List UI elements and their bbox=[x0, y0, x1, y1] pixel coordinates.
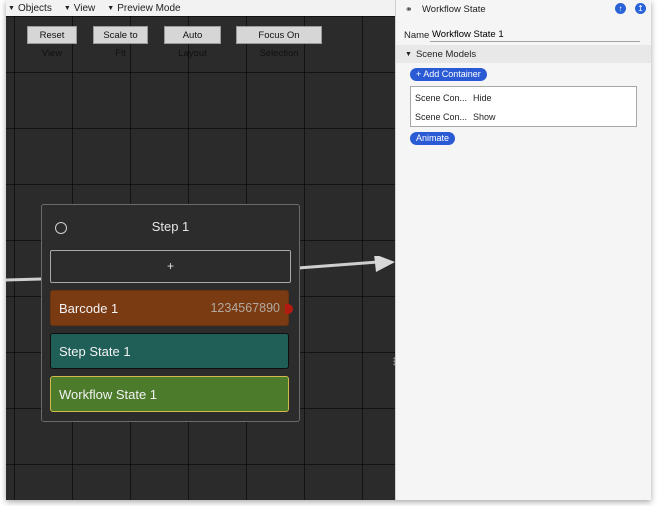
menu-objects-label: Objects bbox=[17, 2, 52, 14]
menu-preview-mode-label: Preview Mode bbox=[117, 2, 181, 14]
state-barcode[interactable]: Barcode 1 1234567890 bbox=[50, 290, 293, 326]
scene-container-name: Scene Con... bbox=[415, 112, 468, 122]
reset-view-button[interactable]: Reset View bbox=[27, 26, 77, 59]
menu-bar: ▼ Objects ▼ View ▼ Preview Mode bbox=[6, 0, 397, 16]
app-window: ▼ Objects ▼ View ▼ Preview Mode Reset Vi… bbox=[6, 0, 651, 500]
step-node[interactable]: Step 1 + Barcode 1 1234567890 Step State… bbox=[41, 204, 300, 422]
state-barcode-label: Barcode 1 bbox=[59, 300, 119, 316]
list-item[interactable]: Scene Con... Hide bbox=[415, 93, 492, 103]
scene-model-list: Scene Con... Hide Scene Con... Show bbox=[410, 86, 637, 127]
scene-container-action[interactable]: Show bbox=[473, 112, 496, 122]
menu-preview-mode[interactable]: ▼ Preview Mode bbox=[107, 3, 180, 14]
triangle-down-icon: ▼ bbox=[107, 4, 115, 12]
panel-header: ⚭ Workflow State ↑ ↥ bbox=[396, 0, 651, 18]
move-top-icon[interactable]: ↥ bbox=[635, 3, 646, 14]
state-step-label: Step State 1 bbox=[59, 343, 131, 359]
animate-button[interactable]: Animate bbox=[410, 132, 456, 145]
menu-objects[interactable]: ▼ Objects bbox=[8, 3, 52, 14]
list-item[interactable]: Scene Con... Show bbox=[415, 112, 496, 122]
triangle-down-icon: ▼ bbox=[8, 4, 15, 12]
add-container-button[interactable]: + Add Container bbox=[410, 68, 487, 81]
state-workflow[interactable]: Workflow State 1 bbox=[50, 376, 289, 412]
triangle-down-icon: ▼ bbox=[63, 4, 71, 12]
scale-to-fit-button[interactable]: Scale to Fit bbox=[93, 26, 148, 59]
panel-title: Workflow State bbox=[422, 4, 486, 15]
step-title: Step 1 bbox=[151, 219, 190, 234]
graph-canvas[interactable]: Reset View Scale to Fit Auto Layout Focu… bbox=[6, 16, 395, 500]
name-row: Name bbox=[404, 28, 640, 42]
scene-container-action[interactable]: Hide bbox=[473, 93, 492, 103]
state-step[interactable]: Step State 1 bbox=[50, 333, 289, 369]
link-icon: ⚭ bbox=[405, 4, 413, 14]
auto-layout-button[interactable]: Auto Layout bbox=[164, 26, 221, 59]
properties-panel: ⚭ Workflow State ↑ ↥ Name ▼ Scene Models… bbox=[395, 0, 651, 500]
move-up-icon[interactable]: ↑ bbox=[615, 3, 626, 14]
menu-view-label: View bbox=[73, 2, 96, 14]
scene-container-name: Scene Con... bbox=[415, 93, 468, 103]
focus-on-selection-button[interactable]: Focus On Selection bbox=[236, 26, 322, 59]
menu-view[interactable]: ▼ View bbox=[64, 3, 95, 14]
scene-models-title: Scene Models bbox=[415, 48, 477, 60]
scene-models-header[interactable]: ▼ Scene Models bbox=[396, 45, 651, 63]
name-field[interactable] bbox=[430, 28, 640, 42]
name-label: Name bbox=[404, 29, 430, 41]
state-workflow-label: Workflow State 1 bbox=[59, 386, 158, 402]
output-handle[interactable] bbox=[285, 304, 293, 314]
state-barcode-value: 1234567890 bbox=[210, 301, 280, 315]
add-state-button[interactable]: + bbox=[50, 250, 291, 283]
triangle-down-icon: ▼ bbox=[405, 50, 412, 58]
